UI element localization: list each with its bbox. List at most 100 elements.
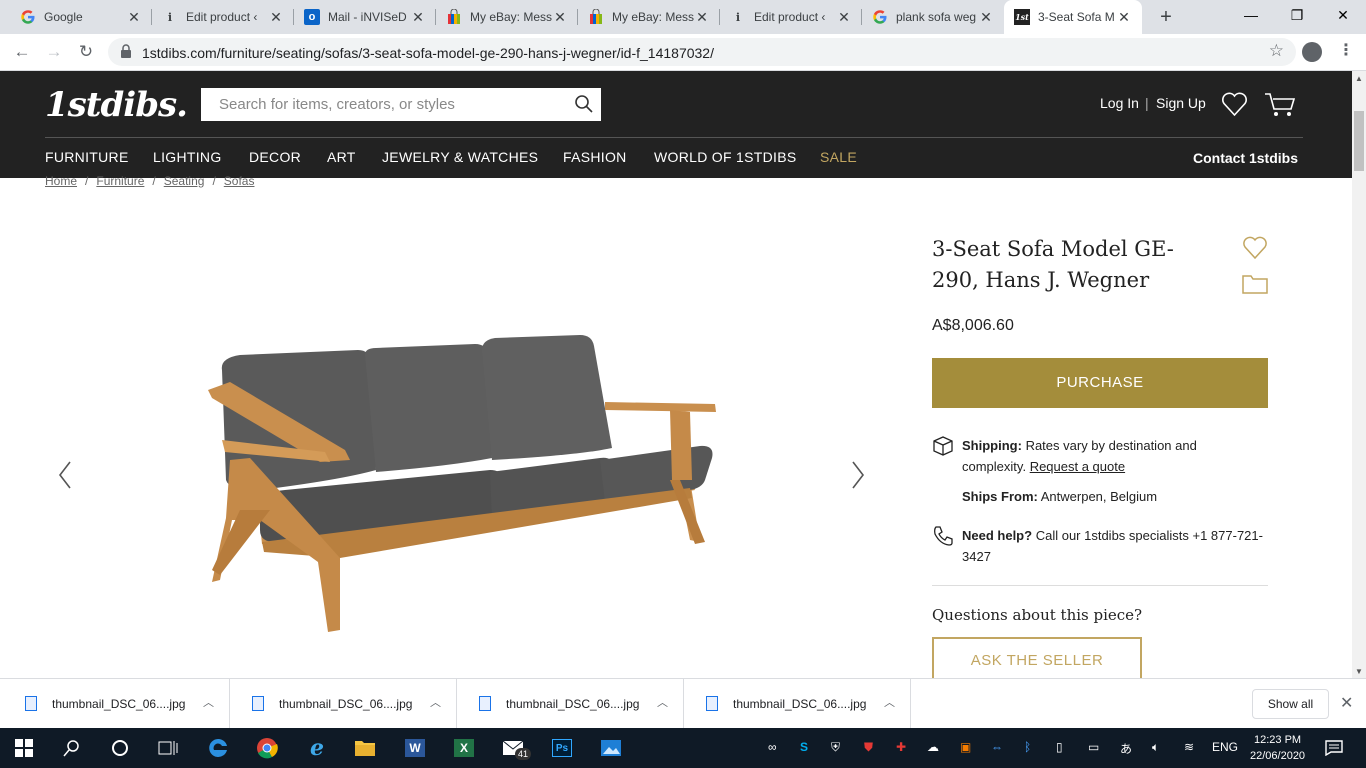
breadcrumb-seating[interactable]: Seating — [164, 174, 205, 188]
contact-link[interactable]: Contact 1stdibs — [1193, 150, 1298, 166]
nav-furniture[interactable]: FURNITURE — [45, 149, 129, 165]
ask-seller-button[interactable]: ASK THE SELLER — [932, 637, 1142, 683]
scroll-up-icon[interactable]: ▲ — [1355, 74, 1363, 83]
breadcrumb-sofas[interactable]: Sofas — [224, 174, 255, 188]
browser-tab-active[interactable]: 1st 3-Seat Sofa M ✕ — [1004, 0, 1142, 34]
product-image[interactable] — [200, 330, 730, 640]
shipping-label: Shipping: — [962, 438, 1022, 453]
search-icon[interactable] — [574, 94, 594, 114]
close-icon[interactable]: ✕ — [836, 9, 852, 26]
folder-icon[interactable] — [1242, 272, 1268, 294]
back-icon[interactable]: ← — [10, 40, 34, 64]
input-method-icon[interactable]: あ — [1120, 740, 1132, 757]
edge-icon[interactable] — [206, 736, 230, 760]
photos-icon[interactable] — [599, 736, 623, 760]
chevron-up-icon[interactable]: ︿ — [203, 694, 214, 710]
notifications-icon[interactable] — [1322, 736, 1346, 760]
carousel-next-icon[interactable] — [850, 460, 866, 490]
site-logo[interactable]: 1stdibs. — [45, 85, 188, 125]
tray-link-icon[interactable]: ∞ — [768, 740, 777, 754]
scrollbar-thumb[interactable] — [1354, 111, 1364, 171]
nav-jewelry-watches[interactable]: JEWELRY & WATCHES — [382, 149, 538, 165]
chrome-icon[interactable] — [255, 736, 279, 760]
close-icon[interactable]: ✕ — [552, 9, 568, 26]
signup-link[interactable]: Sign Up — [1156, 95, 1206, 111]
battery-icon[interactable]: ▭ — [1088, 740, 1099, 754]
windows-start-icon[interactable] — [12, 736, 36, 760]
close-icon[interactable]: ✕ — [694, 9, 710, 26]
usb-icon[interactable]: ▯ — [1056, 740, 1063, 754]
info-icon: i — [167, 10, 173, 24]
close-window-icon[interactable]: ✕ — [1320, 0, 1366, 30]
address-bar[interactable]: 1stdibs.com/furniture/seating/sofas/3-se… — [108, 38, 1296, 66]
language-indicator[interactable]: ENG — [1212, 740, 1238, 754]
carousel-prev-icon[interactable] — [57, 460, 73, 490]
cart-icon[interactable] — [1264, 92, 1296, 118]
browser-tab[interactable]: i Edit product ‹ ✕ — [720, 0, 862, 34]
excel-icon[interactable]: X — [452, 736, 476, 760]
close-icon[interactable]: ✕ — [1340, 693, 1353, 713]
menu-kebab-icon[interactable]: ⋮ — [1338, 40, 1354, 60]
word-icon[interactable]: W — [403, 736, 427, 760]
close-icon[interactable]: ✕ — [978, 9, 994, 26]
cortana-icon[interactable] — [108, 736, 132, 760]
nav-decor[interactable]: DECOR — [249, 149, 301, 165]
nav-fashion[interactable]: FASHION — [563, 149, 627, 165]
login-link[interactable]: Log In — [1100, 95, 1139, 111]
bookmark-star-icon[interactable]: ☆ — [1269, 41, 1284, 61]
close-icon[interactable]: ✕ — [126, 9, 142, 26]
search-input[interactable]: Search for items, creators, or styles — [201, 88, 601, 121]
file-explorer-icon[interactable] — [353, 736, 377, 760]
browser-tab[interactable]: My eBay: Mess ✕ — [436, 0, 578, 34]
profile-avatar-icon[interactable] — [1302, 42, 1322, 62]
close-icon[interactable]: ✕ — [268, 9, 284, 26]
app-tray-icon[interactable]: ▣ — [960, 740, 971, 754]
show-all-button[interactable]: Show all — [1252, 689, 1329, 719]
cloud-icon[interactable]: ☁ — [927, 740, 939, 754]
breadcrumb-home[interactable]: Home — [45, 174, 77, 188]
close-icon[interactable]: ✕ — [1116, 9, 1132, 26]
download-item[interactable]: thumbnail_DSC_06....jpg ︿ — [230, 679, 457, 729]
download-item[interactable]: thumbnail_DSC_06....jpg ︿ — [3, 679, 230, 729]
close-icon[interactable]: ✕ — [410, 9, 426, 26]
search-icon[interactable] — [60, 736, 84, 760]
security-icon[interactable]: ⛊ — [864, 740, 873, 755]
chevron-up-icon[interactable]: ︿ — [884, 694, 895, 710]
system-clock[interactable]: 12:23 PM 22/06/2020 — [1250, 732, 1305, 764]
download-item[interactable]: thumbnail_DSC_06....jpg ︿ — [684, 679, 911, 729]
breadcrumb-furniture[interactable]: Furniture — [96, 174, 144, 188]
bluetooth-icon[interactable]: ᛒ — [1024, 740, 1031, 754]
favorite-heart-icon[interactable] — [1242, 235, 1268, 261]
heart-icon[interactable] — [1221, 91, 1248, 117]
reload-icon[interactable]: ↻ — [74, 40, 98, 64]
nav-sale[interactable]: SALE — [820, 149, 857, 165]
volume-icon[interactable]: 🔈︎ — [1152, 740, 1159, 755]
browser-tab[interactable]: My eBay: Mess ✕ — [578, 0, 720, 34]
request-quote-link[interactable]: Request a quote — [1030, 459, 1125, 474]
forward-icon[interactable]: → — [42, 40, 66, 64]
browser-tab[interactable]: i Edit product ‹ ✕ — [152, 0, 294, 34]
shield-icon[interactable]: ⛨ — [831, 740, 840, 755]
new-tab-button[interactable]: + — [1155, 6, 1177, 28]
browser-tab[interactable]: Google ✕ — [10, 0, 152, 34]
browser-tab[interactable]: plank sofa weg ✕ — [862, 0, 1004, 34]
wifi-icon[interactable]: ≋ — [1184, 740, 1194, 754]
task-view-icon[interactable] — [156, 736, 180, 760]
minimize-icon[interactable]: — — [1228, 0, 1274, 30]
page-scrollbar[interactable]: ▲ ▼ — [1352, 71, 1366, 678]
scroll-down-icon[interactable]: ▼ — [1355, 667, 1363, 676]
nav-lighting[interactable]: LIGHTING — [153, 149, 222, 165]
gift-icon[interactable]: ✚ — [896, 740, 906, 754]
skype-icon[interactable]: S — [800, 740, 808, 754]
photoshop-icon[interactable]: Ps — [550, 736, 574, 760]
maximize-icon[interactable]: ❐ — [1274, 0, 1320, 30]
internet-explorer-icon[interactable]: e — [305, 735, 329, 761]
nav-art[interactable]: ART — [327, 149, 356, 165]
download-item[interactable]: thumbnail_DSC_06....jpg ︿ — [457, 679, 684, 729]
browser-tab[interactable]: o Mail - iNVISeD ✕ — [294, 0, 436, 34]
chevron-up-icon[interactable]: ︿ — [657, 694, 668, 710]
purchase-button[interactable]: PURCHASE — [932, 358, 1268, 408]
nav-world-of-1stdibs[interactable]: WORLD OF 1STDIBS — [654, 149, 796, 165]
chevron-up-icon[interactable]: ︿ — [430, 694, 441, 710]
teamviewer-icon[interactable]: ⇔ — [991, 740, 1003, 754]
